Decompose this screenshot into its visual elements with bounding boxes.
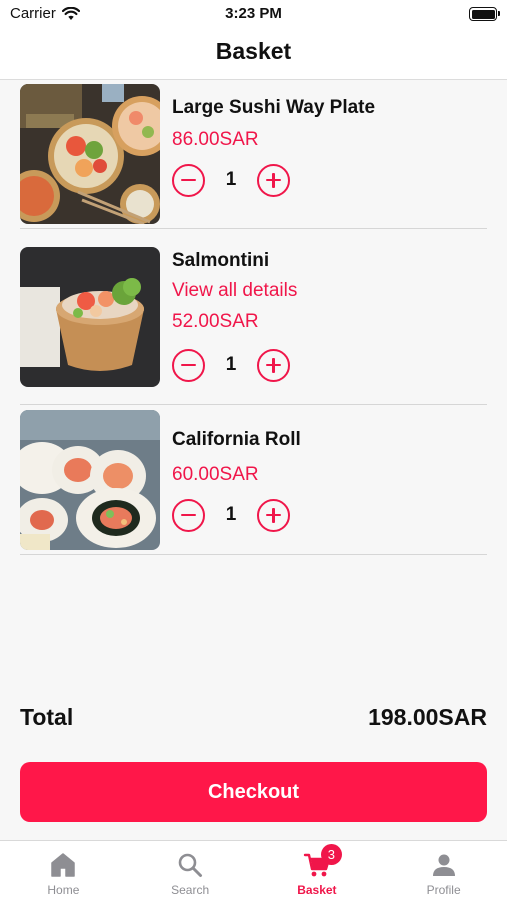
item-price: 86.00SAR (172, 129, 259, 150)
tab-home[interactable]: Home (0, 841, 127, 900)
search-icon (178, 853, 203, 877)
tab-label: Profile (426, 883, 461, 897)
tab-label: Home (47, 883, 80, 897)
minus-icon (181, 363, 196, 367)
increase-quantity-button[interactable] (257, 163, 290, 197)
basket-list: Large Sushi Way Plate 86.00SAR 1 Salmont… (20, 80, 487, 555)
total-label: Total (20, 704, 74, 730)
decrease-quantity-button[interactable] (172, 498, 205, 532)
checkout-button[interactable]: Checkout (20, 762, 487, 822)
basket-item: California Roll 60.00SAR 1 (20, 405, 487, 555)
cart-count-badge: 3 (320, 844, 342, 865)
total-row: Total 198.00SAR (20, 704, 487, 731)
view-details-link[interactable]: View all details (172, 280, 487, 302)
item-info: Large Sushi Way Plate 86.00SAR 1 (172, 97, 487, 197)
page-title: Basket (215, 38, 292, 64)
person-icon (432, 854, 455, 876)
basket-item: Salmontini View all details 52.00SAR 1 (20, 229, 487, 405)
tab-basket[interactable]: 3 Basket (254, 841, 381, 900)
increase-quantity-button[interactable] (257, 498, 290, 532)
item-quantity: 1 (225, 504, 237, 525)
item-image (20, 247, 160, 387)
battery-icon (469, 7, 500, 21)
home-icon (51, 853, 76, 877)
decrease-quantity-button[interactable] (172, 348, 205, 382)
item-image (20, 410, 160, 550)
status-time: 3:23 PM (225, 5, 282, 22)
quantity-stepper: 1 (172, 348, 487, 382)
tab-profile[interactable]: Profile (380, 841, 507, 900)
item-image (20, 84, 160, 224)
total-value: 198.00SAR (368, 704, 487, 730)
item-quantity: 1 (225, 354, 237, 375)
item-name: California Roll (172, 429, 301, 450)
item-price: 60.00SAR (172, 464, 259, 485)
item-name: Salmontini (172, 250, 270, 271)
basket-item: Large Sushi Way Plate 86.00SAR 1 (20, 80, 487, 229)
item-info: Salmontini View all details 52.00SAR 1 (172, 250, 487, 382)
basket-screen: Carrier 3:23 PM Basket Large Sushi Way P… (0, 0, 507, 900)
item-price: 52.00SAR (172, 311, 259, 332)
tab-label: Basket (297, 883, 337, 897)
minus-icon (181, 513, 196, 517)
item-name: Large Sushi Way Plate (172, 97, 376, 118)
status-bar: Carrier 3:23 PM (0, 0, 507, 30)
minus-icon (181, 178, 196, 182)
tab-bar: Home Search 3 Basket Profile (0, 840, 507, 900)
item-quantity: 1 (225, 169, 237, 190)
increase-quantity-button[interactable] (257, 348, 290, 382)
quantity-stepper: 1 (172, 498, 487, 532)
item-info: California Roll 60.00SAR 1 (172, 429, 487, 532)
tab-label: Search (171, 883, 210, 897)
navigation-bar: Basket (0, 30, 507, 80)
decrease-quantity-button[interactable] (172, 163, 205, 197)
quantity-stepper: 1 (172, 163, 487, 197)
tab-search[interactable]: Search (127, 841, 254, 900)
